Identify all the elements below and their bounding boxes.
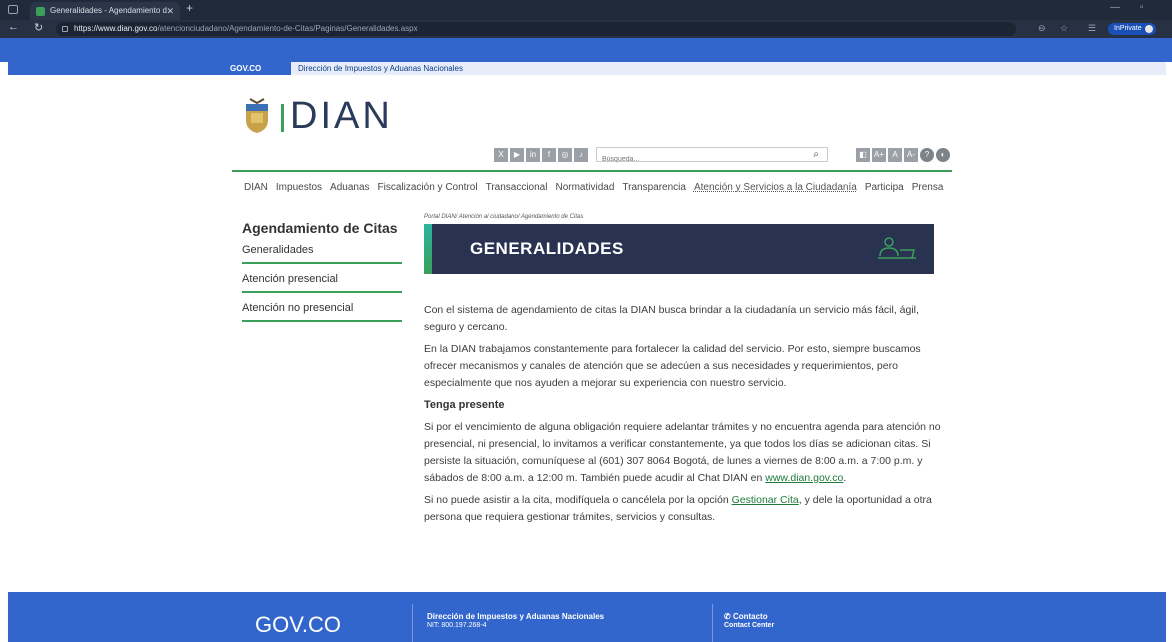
- search-icon[interactable]: ⌕: [813, 149, 819, 160]
- cancel-paragraph: Si no puede asistir a la cita, modifíque…: [424, 492, 944, 526]
- favorite-star-icon[interactable]: ☆: [1060, 23, 1068, 34]
- refresh-icon[interactable]: ↻: [34, 21, 43, 34]
- new-tab-icon[interactable]: +: [186, 1, 193, 15]
- browser-tab[interactable]: Generalidades - Agendamiento d ✕: [30, 2, 180, 20]
- contrast-icon[interactable]: ◐: [936, 148, 951, 162]
- logo-separator: [281, 104, 284, 132]
- banner-accent: [424, 224, 432, 274]
- tracking-icon[interactable]: ⊖: [1038, 23, 1046, 34]
- gov-entity-name[interactable]: Dirección de Impuestos y Aduanas Naciona…: [298, 64, 463, 73]
- gestionar-cita-link[interactable]: Gestionar Cita: [732, 494, 799, 506]
- notice-text: Si por el vencimiento de alguna obligaci…: [424, 421, 941, 484]
- profile-avatar: [1145, 25, 1153, 33]
- menu-item-impuestos[interactable]: Impuestos: [276, 182, 322, 193]
- url-path: /atencionciudadano/Agendamiento-de-Citas…: [157, 24, 418, 33]
- menu-item-normatividad[interactable]: Normatividad: [555, 182, 614, 193]
- notice-paragraph: Si por el vencimiento de alguna obligaci…: [424, 419, 944, 487]
- tab-actions-icon[interactable]: [8, 5, 18, 14]
- lock-icon: [62, 26, 68, 32]
- phone-icon: ✆: [724, 612, 733, 621]
- govco-logo[interactable]: GOV.CO: [230, 64, 261, 73]
- inprivate-badge[interactable]: InPrivate: [1108, 23, 1156, 35]
- menu-item-aduanas[interactable]: Aduanas: [330, 182, 369, 193]
- intro-paragraph: Con el sistema de agendamiento de citas …: [424, 304, 919, 333]
- menu-item-participa[interactable]: Participa: [865, 182, 904, 193]
- tiktok-icon[interactable]: ♪: [574, 148, 588, 162]
- menu-item-fiscalizacion[interactable]: Fiscalización y Control: [378, 182, 478, 193]
- maximize-icon[interactable]: ▫: [1140, 2, 1144, 13]
- footer-nit: NIT: 800.197.268-4: [427, 622, 487, 629]
- sidebar-title: Agendamiento de Citas: [242, 220, 398, 236]
- menu-item-transaccional[interactable]: Transaccional: [486, 182, 548, 193]
- dian-site-link[interactable]: www.dian.gov.co: [765, 472, 843, 484]
- footer-govco-logo[interactable]: GOV.CO: [255, 612, 341, 638]
- menu-item-transparencia[interactable]: Transparencia: [622, 182, 686, 193]
- linkedin-icon[interactable]: in: [526, 148, 540, 162]
- back-icon[interactable]: ←: [8, 21, 19, 33]
- footer-entity: Dirección de Impuestos y Aduanas Naciona…: [427, 612, 605, 621]
- browser-tab-bar: Generalidades - Agendamiento d ✕ + — ▫: [0, 0, 1172, 20]
- menu-item-atencion[interactable]: Atención y Servicios a la Ciudadanía: [694, 182, 857, 193]
- notice-end: .: [843, 472, 847, 484]
- social-links: X ▶ in f ◎ ♪: [494, 148, 588, 162]
- footer-contact-center: Contact Center: [724, 622, 775, 629]
- gov-band: [0, 38, 1172, 62]
- page-banner: GENERALIDADES: [424, 224, 934, 274]
- footer-contact: ✆ Contacto: [724, 612, 768, 621]
- header-divider: [232, 170, 952, 172]
- instagram-icon[interactable]: ◎: [558, 148, 572, 162]
- minimize-icon[interactable]: —: [1110, 2, 1120, 13]
- breadcrumb[interactable]: Portal DIAN/ Atención al ciudadano/ Agen…: [424, 214, 583, 220]
- translate-icon[interactable]: ◧: [856, 148, 870, 162]
- favorites-icon[interactable]: ☰: [1088, 23, 1096, 34]
- service-paragraph: En la DIAN trabajamos constantemente par…: [424, 343, 921, 389]
- tab-title: Generalidades - Agendamiento d: [50, 6, 167, 15]
- person-at-desk-icon: [878, 237, 916, 259]
- menu-item-dian[interactable]: DIAN: [244, 182, 268, 193]
- font-increase-button[interactable]: A+: [872, 148, 887, 162]
- youtube-icon[interactable]: ▶: [510, 148, 524, 162]
- sidebar-item-atencion-presencial[interactable]: Atención presencial: [242, 273, 402, 293]
- notice-heading: Tenga presente: [424, 399, 505, 411]
- inprivate-label: InPrivate: [1114, 25, 1142, 32]
- x-icon[interactable]: X: [494, 148, 508, 162]
- help-icon[interactable]: ?: [920, 148, 935, 162]
- contact-label: Contacto: [732, 612, 768, 621]
- close-tab-icon[interactable]: ✕: [166, 2, 174, 20]
- main-content: Con el sistema de agendamiento de citas …: [424, 302, 944, 531]
- colombia-shield-icon: [246, 98, 268, 133]
- font-normal-button[interactable]: A: [888, 148, 903, 162]
- cancel-text: Si no puede asistir a la cita, modifíque…: [424, 494, 732, 506]
- font-decrease-button[interactable]: A-: [904, 148, 919, 162]
- search-input[interactable]: [597, 153, 797, 166]
- url-field[interactable]: https://www.dian.gov.co/atencionciudadan…: [56, 22, 1016, 36]
- page-title: GENERALIDADES: [470, 239, 624, 258]
- sidebar-item-generalidades[interactable]: Generalidades: [242, 244, 402, 264]
- dian-logo[interactable]: DIAN: [290, 95, 393, 138]
- accessibility-tools: ◧ A+ A A- ? ◐: [856, 148, 951, 162]
- search-box: ⌕: [596, 147, 828, 166]
- facebook-icon[interactable]: f: [542, 148, 556, 162]
- menu-item-prensa[interactable]: Prensa: [912, 182, 944, 193]
- address-bar: ← ↻ https://www.dian.gov.co/atencionciud…: [0, 20, 1172, 38]
- site-favicon-icon: [36, 7, 45, 16]
- sidebar-item-atencion-no-presencial[interactable]: Atención no presencial: [242, 302, 402, 322]
- main-menu: DIAN Impuestos Aduanas Fiscalización y C…: [244, 182, 943, 193]
- footer-divider: [712, 604, 713, 642]
- footer-divider: [412, 604, 413, 642]
- url-host: https://www.dian.gov.co: [74, 24, 158, 33]
